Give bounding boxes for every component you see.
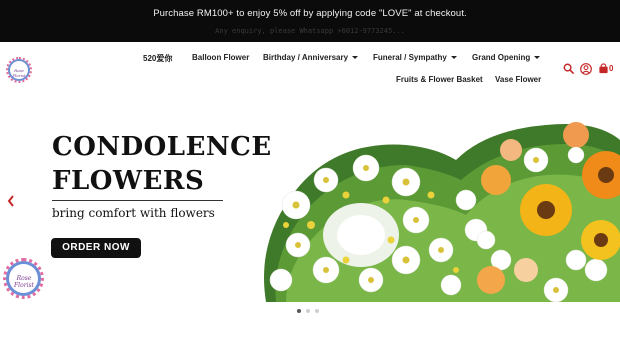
nav-item-birthday-anniversary[interactable]: Birthday / Anniversary: [263, 53, 359, 62]
nav-label: Birthday / Anniversary: [263, 53, 349, 62]
nav-item-balloon-flower[interactable]: Balloon Flower: [192, 53, 249, 62]
cart-icon[interactable]: [598, 63, 609, 74]
hero-title-line1: CONDOLENCE: [52, 132, 272, 162]
hero-subtitle: bring comfort with flowers: [52, 206, 215, 220]
logo-text: Rose Florist: [12, 68, 26, 78]
nav-label: Funeral / Sympathy: [373, 53, 447, 62]
hero-title-line2: FLOWERS: [52, 166, 205, 196]
hero-divider: [52, 200, 223, 201]
chevron-down-icon: [352, 56, 359, 59]
nav-label: Grand Opening: [472, 53, 531, 62]
nav-label: Fruits & Flower Basket: [396, 75, 483, 84]
nav-item-fruits-flower-basket[interactable]: Fruits & Flower Basket: [396, 75, 483, 84]
nav-label: 520爱你: [143, 54, 173, 63]
site-logo[interactable]: Rose Florist: [6, 57, 32, 83]
nav-item-grand-opening[interactable]: Grand Opening: [472, 53, 541, 62]
flower-arrangement-image: [264, 122, 620, 302]
cart-count-badge: 0: [609, 64, 614, 73]
slider-dot-3[interactable]: [315, 309, 319, 313]
search-icon[interactable]: [563, 63, 574, 74]
enquiry-text[interactable]: Any enquiry, please Whatsapp +6012-97732…: [0, 27, 620, 35]
nav-item-520[interactable]: 520爱你: [143, 53, 172, 64]
announcement-bar: Purchase RM100+ to enjoy 5% off by apply…: [0, 0, 620, 42]
slider-dot-1[interactable]: [297, 309, 301, 313]
promo-text: Purchase RM100+ to enjoy 5% off by apply…: [153, 8, 467, 19]
chevron-down-icon: [450, 56, 457, 59]
nav-label: Vase Flower: [495, 75, 542, 84]
slider-dot-2[interactable]: [306, 309, 310, 313]
order-now-button[interactable]: ORDER NOW: [51, 238, 141, 258]
nav-item-vase-flower[interactable]: Vase Flower: [495, 75, 541, 84]
user-icon[interactable]: [580, 63, 592, 75]
badge-logo-text: Rose Florist: [14, 275, 34, 289]
nav-label: Balloon Flower: [192, 53, 250, 62]
nav-item-funeral-sympathy[interactable]: Funeral / Sympathy: [373, 53, 457, 62]
slider-prev-arrow-icon[interactable]: [7, 195, 15, 207]
chevron-down-icon: [534, 56, 541, 59]
floating-logo-badge[interactable]: Rose Florist: [3, 258, 44, 299]
